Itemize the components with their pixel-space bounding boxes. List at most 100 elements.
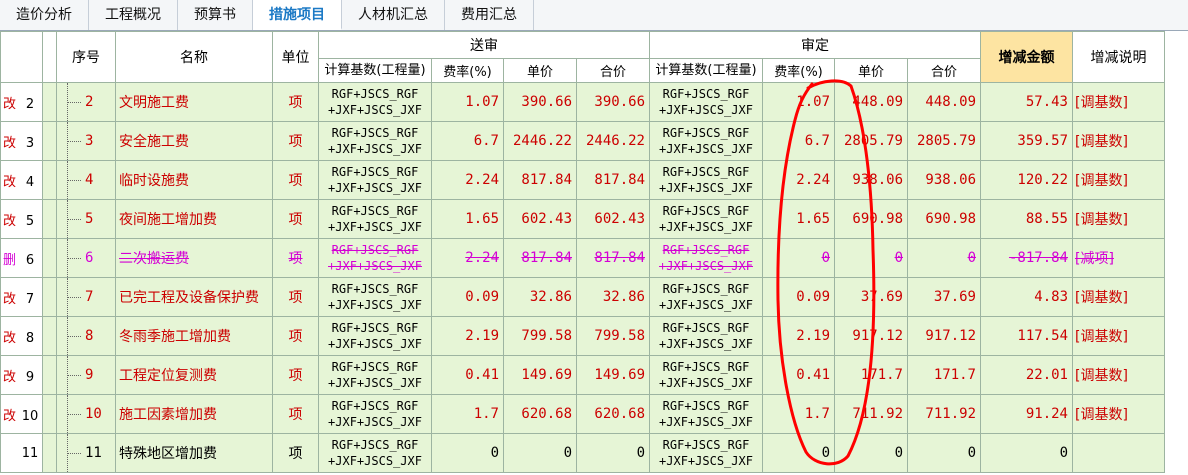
submitted-rate-cell[interactable]: 1.07: [431, 82, 504, 122]
submitted-rate-cell[interactable]: 0.41: [431, 355, 504, 395]
approved-basis-cell[interactable]: RGF+JSCS_RGF +JXF+JSCS_JXF: [649, 199, 763, 239]
unit-cell[interactable]: 项: [272, 316, 319, 356]
delta-amount-cell[interactable]: 4.83: [980, 277, 1073, 317]
approved-total-cell[interactable]: 690.98: [907, 199, 981, 239]
delta-amount-cell[interactable]: 117.54: [980, 316, 1073, 356]
unit-cell[interactable]: 项: [272, 121, 319, 161]
delta-note-cell[interactable]: [调基数]: [1072, 277, 1165, 317]
approved-rate-cell[interactable]: 0.41: [762, 355, 835, 395]
approved-total-cell[interactable]: 0: [907, 433, 981, 473]
submitted-price-cell[interactable]: 620.68: [503, 394, 577, 434]
approved-total-cell[interactable]: 917.12: [907, 316, 981, 356]
name-cell[interactable]: 工程定位复测费: [115, 355, 273, 395]
delta-amount-cell[interactable]: 120.22: [980, 160, 1073, 200]
unit-cell[interactable]: 项: [272, 160, 319, 200]
seq-cell[interactable]: 2: [56, 82, 116, 122]
header-unit[interactable]: 单位: [272, 31, 319, 83]
row-marker[interactable]: 删6: [0, 238, 43, 278]
unit-cell[interactable]: 项: [272, 238, 319, 278]
tab-1[interactable]: 造价分析: [0, 0, 89, 30]
row-marker[interactable]: 改2: [0, 82, 43, 122]
submitted-basis-cell[interactable]: RGF+JSCS_RGF +JXF+JSCS_JXF: [318, 433, 432, 473]
header-submitted[interactable]: 送审: [318, 31, 650, 59]
row-marker[interactable]: 改 10: [0, 394, 43, 434]
approved-total-cell[interactable]: 0: [907, 238, 981, 278]
header-approved[interactable]: 审定: [649, 31, 981, 59]
approved-price-cell[interactable]: 171.7: [834, 355, 908, 395]
submitted-total-cell[interactable]: 2446.22: [576, 121, 650, 161]
header-approved-rate[interactable]: 费率(%): [762, 58, 835, 83]
delta-amount-cell[interactable]: 0: [980, 433, 1073, 473]
header-approved-total[interactable]: 合价: [907, 58, 981, 83]
approved-total-cell[interactable]: 2805.79: [907, 121, 981, 161]
approved-price-cell[interactable]: 917.12: [834, 316, 908, 356]
row-marker[interactable]: 改3: [0, 121, 43, 161]
row-marker[interactable]: 改4: [0, 160, 43, 200]
name-cell[interactable]: 安全施工费: [115, 121, 273, 161]
unit-cell[interactable]: 项: [272, 394, 319, 434]
submitted-price-cell[interactable]: 2446.22: [503, 121, 577, 161]
approved-total-cell[interactable]: 711.92: [907, 394, 981, 434]
delta-note-cell[interactable]: [减项]: [1072, 238, 1165, 278]
submitted-basis-cell[interactable]: RGF+JSCS_RGF +JXF+JSCS_JXF: [318, 277, 432, 317]
name-cell[interactable]: 文明施工费: [115, 82, 273, 122]
submitted-price-cell[interactable]: 799.58: [503, 316, 577, 356]
delta-note-cell[interactable]: [调基数]: [1072, 394, 1165, 434]
approved-price-cell[interactable]: 0: [834, 238, 908, 278]
submitted-total-cell[interactable]: 817.84: [576, 160, 650, 200]
delta-note-cell[interactable]: [调基数]: [1072, 355, 1165, 395]
approved-basis-cell[interactable]: RGF+JSCS_RGF +JXF+JSCS_JXF: [649, 82, 763, 122]
submitted-total-cell[interactable]: 32.86: [576, 277, 650, 317]
submitted-basis-cell[interactable]: RGF+JSCS_RGF +JXF+JSCS_JXF: [318, 394, 432, 434]
header-submitted-total[interactable]: 合价: [576, 58, 650, 83]
approved-price-cell[interactable]: 711.92: [834, 394, 908, 434]
unit-cell[interactable]: 项: [272, 82, 319, 122]
table-row[interactable]: 改 10 10 施工因素增加费项 RGF+JSCS_RGF +JXF+JSCS_JXF 1.…: [0, 394, 1188, 434]
approved-price-cell[interactable]: 690.98: [834, 199, 908, 239]
delta-amount-cell[interactable]: 359.57: [980, 121, 1073, 161]
name-cell[interactable]: 冬雨季施工增加费: [115, 316, 273, 356]
submitted-price-cell[interactable]: 390.66: [503, 82, 577, 122]
delta-note-cell[interactable]: [调基数]: [1072, 121, 1165, 161]
header-submitted-basis[interactable]: 计算基数(工程量): [318, 58, 432, 83]
submitted-basis-cell[interactable]: RGF+JSCS_RGF +JXF+JSCS_JXF: [318, 355, 432, 395]
delta-note-cell[interactable]: [调基数]: [1072, 199, 1165, 239]
submitted-rate-cell[interactable]: 2.24: [431, 238, 504, 278]
approved-rate-cell[interactable]: 1.07: [762, 82, 835, 122]
tab-5[interactable]: 人材机汇总: [342, 0, 445, 30]
submitted-total-cell[interactable]: 0: [576, 433, 650, 473]
delta-note-cell[interactable]: [1072, 433, 1165, 473]
header-approved-basis[interactable]: 计算基数(工程量): [649, 58, 763, 83]
tab-4[interactable]: 措施项目: [253, 0, 342, 30]
delta-note-cell[interactable]: [调基数]: [1072, 82, 1165, 122]
submitted-rate-cell[interactable]: 1.7: [431, 394, 504, 434]
seq-cell[interactable]: 4: [56, 160, 116, 200]
submitted-price-cell[interactable]: 32.86: [503, 277, 577, 317]
submitted-basis-cell[interactable]: RGF+JSCS_RGF +JXF+JSCS_JXF: [318, 199, 432, 239]
header-delta-amount[interactable]: 增减金额: [980, 31, 1073, 83]
approved-basis-cell[interactable]: RGF+JSCS_RGF +JXF+JSCS_JXF: [649, 121, 763, 161]
header-name[interactable]: 名称: [115, 31, 273, 83]
unit-cell[interactable]: 项: [272, 433, 319, 473]
unit-cell[interactable]: 项: [272, 277, 319, 317]
submitted-total-cell[interactable]: 149.69: [576, 355, 650, 395]
header-approved-price[interactable]: 单价: [834, 58, 908, 83]
approved-total-cell[interactable]: 938.06: [907, 160, 981, 200]
approved-rate-cell[interactable]: 1.65: [762, 199, 835, 239]
unit-cell[interactable]: 项: [272, 199, 319, 239]
submitted-basis-cell[interactable]: RGF+JSCS_RGF +JXF+JSCS_JXF: [318, 316, 432, 356]
row-marker[interactable]: 改9: [0, 355, 43, 395]
delta-note-cell[interactable]: [调基数]: [1072, 316, 1165, 356]
submitted-basis-cell[interactable]: RGF+JSCS_RGF +JXF+JSCS_JXF: [318, 121, 432, 161]
submitted-total-cell[interactable]: 620.68: [576, 394, 650, 434]
table-row[interactable]: 删 6 6 二次搬运费项 RGF+JSCS_RGF +JXF+JSCS_JXF 2.24 81…: [0, 238, 1188, 278]
row-marker[interactable]: 改8: [0, 316, 43, 356]
submitted-total-cell[interactable]: 817.84: [576, 238, 650, 278]
approved-price-cell[interactable]: 0: [834, 433, 908, 473]
approved-rate-cell[interactable]: 0: [762, 433, 835, 473]
name-cell[interactable]: 夜间施工增加费: [115, 199, 273, 239]
approved-price-cell[interactable]: 2805.79: [834, 121, 908, 161]
tab-2[interactable]: 工程概况: [89, 0, 178, 30]
delta-amount-cell[interactable]: 88.55: [980, 199, 1073, 239]
seq-cell[interactable]: 8: [56, 316, 116, 356]
